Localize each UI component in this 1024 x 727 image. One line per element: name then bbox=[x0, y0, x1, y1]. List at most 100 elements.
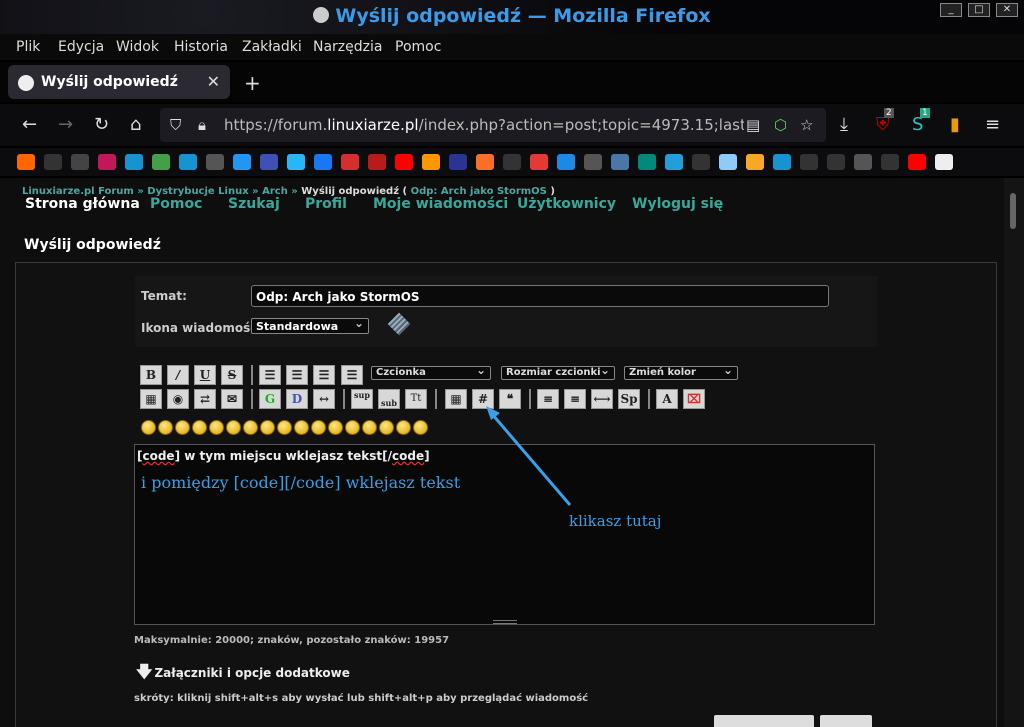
subject-input[interactable]: Odp: Arch jako StormOS bbox=[251, 285, 829, 307]
menu-view[interactable]: Widok bbox=[116, 39, 159, 55]
message-editor[interactable]: [code] w tym miejscu wklejasz tekst[/cod… bbox=[134, 444, 875, 625]
extension-icon[interactable]: ▮ bbox=[950, 114, 960, 135]
editor-content[interactable]: [code] w tym miejscu wklejasz tekst[/cod… bbox=[137, 449, 430, 463]
underline-button[interactable]: U bbox=[194, 365, 216, 385]
smiley-icon[interactable] bbox=[294, 420, 309, 435]
resize-grip[interactable] bbox=[493, 620, 517, 624]
smiley-icon[interactable] bbox=[158, 420, 173, 435]
smiley-icon[interactable] bbox=[192, 420, 207, 435]
smiley-icon[interactable] bbox=[209, 420, 224, 435]
bookmark-30-icon[interactable] bbox=[827, 154, 845, 170]
bookmark-12-icon[interactable] bbox=[341, 154, 359, 170]
hyperlink-button[interactable]: ⇄ bbox=[194, 389, 216, 409]
reader-view-icon[interactable]: ▤ bbox=[746, 116, 760, 134]
url-text[interactable]: https://forum.linuxiarze.pl/index.php?ac… bbox=[224, 116, 744, 134]
nav-profile[interactable]: Profil bbox=[305, 196, 347, 212]
teletype-button[interactable]: Tt bbox=[405, 389, 427, 409]
menu-help[interactable]: Pomoc bbox=[395, 39, 441, 55]
font-color-select[interactable]: Zmień kolor bbox=[624, 364, 738, 380]
downloads-icon[interactable]: ⤓ bbox=[840, 114, 848, 135]
close-window-button[interactable]: ✕ bbox=[996, 3, 1018, 17]
spoiler-button[interactable]: Sp bbox=[618, 389, 640, 409]
bookmark-10-icon[interactable] bbox=[287, 154, 305, 170]
align-right-button[interactable]: ☰ bbox=[341, 365, 363, 385]
smiley-icon[interactable] bbox=[141, 420, 156, 435]
new-tab-icon[interactable]: + bbox=[244, 71, 261, 95]
bookmark-17-icon[interactable] bbox=[476, 154, 494, 170]
bookmark-21-icon[interactable] bbox=[584, 154, 602, 170]
smiley-icon[interactable] bbox=[243, 420, 258, 435]
forward-icon[interactable]: → bbox=[58, 114, 73, 135]
bookmark-8-icon[interactable] bbox=[233, 154, 251, 170]
smiley-icon[interactable] bbox=[345, 420, 360, 435]
bookmark-16-icon[interactable] bbox=[449, 154, 467, 170]
home-icon[interactable]: ⌂ bbox=[130, 114, 141, 135]
table-button[interactable]: ▦ bbox=[445, 389, 467, 409]
italic-button[interactable]: / bbox=[167, 365, 189, 385]
menu-tools[interactable]: Narzędzia bbox=[313, 39, 382, 55]
bookmark-19-icon[interactable] bbox=[530, 154, 548, 170]
bookmark-24-icon[interactable] bbox=[665, 154, 683, 170]
minimize-button[interactable]: _ bbox=[940, 3, 962, 17]
superscript-button[interactable]: sup bbox=[351, 389, 373, 409]
nav-messages[interactable]: Moje wiadomości bbox=[373, 196, 508, 212]
smiley-icon[interactable] bbox=[396, 420, 411, 435]
flash-button[interactable]: ▦ bbox=[140, 389, 162, 409]
lock-icon[interactable]: 🔒︎ bbox=[198, 116, 206, 134]
bookmark-2-icon[interactable] bbox=[71, 154, 89, 170]
smiley-icon[interactable] bbox=[226, 420, 241, 435]
smiley-icon[interactable] bbox=[311, 420, 326, 435]
bold-button[interactable]: B bbox=[140, 365, 162, 385]
bookmark-1-icon[interactable] bbox=[44, 154, 62, 170]
bookmark-3-icon[interactable] bbox=[98, 154, 116, 170]
bookmark-6-icon[interactable] bbox=[179, 154, 197, 170]
bookmark-18-icon[interactable] bbox=[503, 154, 521, 170]
url-bar[interactable]: ⛉ 🔒︎ https://forum.linuxiarze.pl/index.p… bbox=[160, 108, 826, 142]
menu-bookmarks[interactable]: Zakładki bbox=[242, 39, 302, 55]
move-button[interactable]: ↔ bbox=[313, 389, 335, 409]
bookmark-27-icon[interactable] bbox=[746, 154, 764, 170]
remove-format-button[interactable]: A bbox=[656, 389, 678, 409]
smiley-icon[interactable] bbox=[277, 420, 292, 435]
tab-active[interactable]: Wyślij odpowiedź ✕ bbox=[8, 65, 230, 99]
bookmark-26-icon[interactable] bbox=[719, 154, 737, 170]
nav-search[interactable]: Szukaj bbox=[228, 196, 280, 212]
quote-button[interactable]: ❝ bbox=[499, 389, 521, 409]
bookmark-33-icon[interactable] bbox=[908, 154, 926, 170]
bookmark-32-icon[interactable] bbox=[881, 154, 899, 170]
nav-home[interactable]: Strona główna bbox=[25, 196, 140, 212]
reload-icon[interactable]: ↻ bbox=[94, 114, 109, 135]
bookmark-13-icon[interactable] bbox=[368, 154, 386, 170]
horizontal-rule-button[interactable]: ⟷ bbox=[591, 389, 613, 409]
nav-help[interactable]: Pomoc bbox=[150, 196, 202, 212]
shield-icon[interactable]: ⛉ bbox=[170, 116, 181, 134]
image-button[interactable]: ◉ bbox=[167, 389, 189, 409]
align-left-button[interactable]: ☰ bbox=[259, 365, 281, 385]
send-button[interactable] bbox=[714, 715, 814, 727]
glow-button[interactable]: G bbox=[259, 389, 281, 409]
smiley-icon[interactable] bbox=[260, 420, 275, 435]
align-center-button[interactable]: ☰ bbox=[313, 365, 335, 385]
strikethrough-button[interactable]: S bbox=[221, 365, 243, 385]
tab-close-icon[interactable]: ✕ bbox=[207, 72, 220, 91]
bookmark-25-icon[interactable] bbox=[692, 154, 710, 170]
bookmark-31-icon[interactable] bbox=[854, 154, 872, 170]
bookmark-4-icon[interactable] bbox=[125, 154, 143, 170]
preview-button[interactable] bbox=[820, 715, 872, 727]
bookmark-15-icon[interactable] bbox=[422, 154, 440, 170]
nav-users[interactable]: Użytkownicy bbox=[517, 196, 616, 212]
menu-edit[interactable]: Edycja bbox=[58, 39, 104, 55]
smiley-icon[interactable] bbox=[362, 420, 377, 435]
bookmark-star-icon[interactable]: ☆ bbox=[800, 116, 813, 134]
email-button[interactable]: ✉ bbox=[221, 389, 243, 409]
code-button[interactable]: # bbox=[472, 389, 494, 409]
menu-file[interactable]: Plik bbox=[16, 39, 40, 55]
smiley-icon[interactable] bbox=[175, 420, 190, 435]
bookmark-34-icon[interactable] bbox=[935, 154, 953, 170]
maximize-button[interactable]: □ bbox=[968, 3, 990, 17]
page-scrollbar[interactable] bbox=[1004, 178, 1024, 727]
toggle-view-button[interactable]: ⌧ bbox=[683, 389, 705, 409]
bookmark-14-icon[interactable] bbox=[395, 154, 413, 170]
bookmark-29-icon[interactable] bbox=[800, 154, 818, 170]
bookmark-11-icon[interactable] bbox=[314, 154, 332, 170]
